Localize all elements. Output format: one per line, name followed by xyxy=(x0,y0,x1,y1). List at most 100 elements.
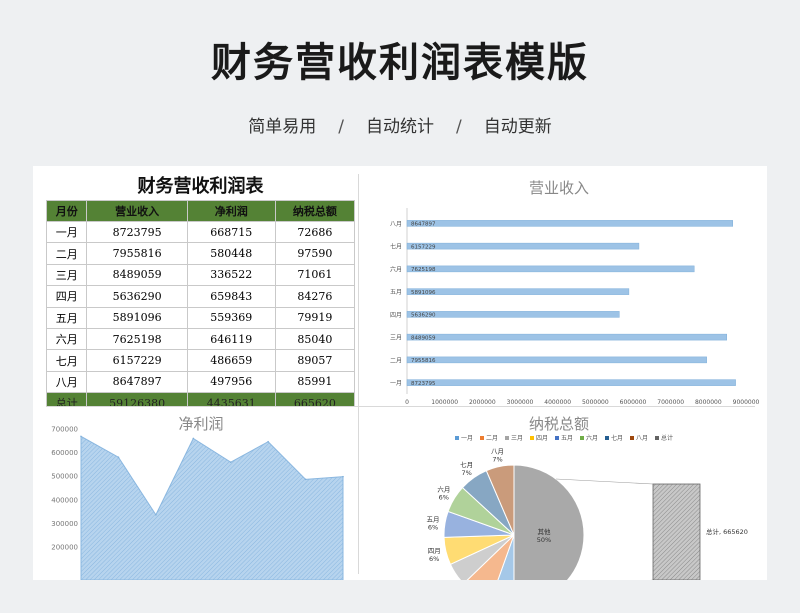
cell-revenue: 7955816 xyxy=(86,242,188,265)
col-net-profit: 净利润 xyxy=(186,200,276,222)
x-tick-label: 4000000 xyxy=(544,399,571,406)
pie-label-pct: 6% xyxy=(439,494,449,502)
tag-auto-update: 自动更新 xyxy=(483,117,552,137)
cell-net-profit: 668715 xyxy=(186,220,276,244)
revenue-bar xyxy=(406,379,736,386)
table-row: 三月 8489059 336522 71061 xyxy=(45,263,356,287)
net-profit-point xyxy=(267,440,269,443)
legend-swatch xyxy=(655,436,659,440)
pie-label-name: 五月 xyxy=(426,515,439,523)
legend-label: 八月 xyxy=(636,435,648,442)
cell-month: 五月 xyxy=(45,306,88,329)
cell-tax: 79919 xyxy=(274,306,356,329)
col-tax: 纳税总额 xyxy=(274,200,356,222)
cell-month: 八月 xyxy=(45,370,88,394)
cell-month: 四月 xyxy=(45,285,88,308)
y-tick-label: 200000 xyxy=(51,544,78,552)
bar-data-label: 8723795 xyxy=(411,381,436,387)
net-profit-point xyxy=(192,437,195,440)
cell-revenue: 6157229 xyxy=(86,349,188,372)
cell-tax: 85040 xyxy=(274,327,356,351)
pie-label-name: 八月 xyxy=(491,448,504,456)
x-tick-label: 0 xyxy=(405,399,409,406)
cell-tax: 71061 xyxy=(274,263,356,287)
net-profit-point xyxy=(342,475,344,478)
profit-table-section: 财务营收利润表 月份 营业收入 净利润 纳税总额 一月 8723795 668715… xyxy=(45,174,356,415)
tax-chart-title: 纳税总额 xyxy=(528,415,589,433)
table-row: 四月 5636290 659843 84276 xyxy=(45,285,356,308)
pie-label-pct: 7% xyxy=(492,456,502,464)
x-tick-label: 2000000 xyxy=(469,399,496,406)
cell-net-profit: 336522 xyxy=(186,263,276,287)
revenue-bar xyxy=(406,288,630,295)
y-tick-label: 六月 xyxy=(390,265,402,273)
y-tick-label: 三月 xyxy=(390,335,402,342)
tax-chart-panel: 纳税总额 一月 二月 三月 四月 五月 六月 七月 八月 总计 四月 6% 五月 6% 六月 6% 七月 7% 八… xyxy=(359,407,759,580)
cell-tax: 85991 xyxy=(274,370,356,394)
pie-label-pct: 7% xyxy=(461,469,471,477)
revenue-bar xyxy=(406,220,733,227)
legend-label: 一月 xyxy=(461,435,473,442)
table-row: 七月 6157229 486659 89057 xyxy=(45,349,356,372)
table-title: 财务营收利润表 xyxy=(137,176,264,197)
y-tick-label: 一月 xyxy=(390,380,402,387)
net-profit-point xyxy=(80,435,82,438)
legend-swatch xyxy=(480,436,484,440)
revenue-chart-panel: 营业收入 一月 8723795 二月 7955816 三月 8489059 四月 563629… xyxy=(359,174,760,406)
revenue-bar xyxy=(406,333,728,341)
legend-swatch xyxy=(555,436,559,440)
table-row: 八月 8647897 497956 85991 xyxy=(45,370,356,394)
x-tick-label: 3000000 xyxy=(507,399,534,406)
legend-swatch xyxy=(530,436,534,440)
col-month: 月份 xyxy=(45,200,88,222)
net-profit-point xyxy=(229,461,232,463)
revenue-chart-title: 营业收入 xyxy=(528,179,589,197)
y-tick-label: 四月 xyxy=(390,312,402,319)
cell-revenue: 8723795 xyxy=(86,220,188,244)
cell-month: 三月 xyxy=(45,263,88,287)
revenue-bar xyxy=(406,356,707,364)
tag-auto-stat: 自动统计 xyxy=(366,117,434,137)
net-profit-area xyxy=(80,435,344,580)
legend-label: 四月 xyxy=(536,435,548,442)
y-tick-label: 五月 xyxy=(390,289,402,296)
x-tick-label: 5000000 xyxy=(582,399,609,406)
total-bar xyxy=(652,483,701,580)
cell-month: 二月 xyxy=(45,242,88,265)
cell-net-profit: 497956 xyxy=(186,370,276,394)
col-revenue: 营业收入 xyxy=(86,200,188,222)
bar-data-label: 7955816 xyxy=(411,358,436,364)
y-tick-label: 600000 xyxy=(51,449,78,457)
cell-net-profit: 659843 xyxy=(186,285,276,308)
pie-label-name: 四月 xyxy=(428,547,441,555)
cell-net-profit: 486659 xyxy=(186,349,276,372)
x-tick-label: 1000000 xyxy=(431,399,458,406)
y-tick-label: 500000 xyxy=(51,473,78,481)
legend-label: 总计 xyxy=(661,434,673,442)
table-row: 二月 7955816 580448 97590 xyxy=(45,242,356,265)
cell-tax: 84276 xyxy=(274,285,356,308)
x-tick-label: 7000000 xyxy=(657,399,684,406)
y-tick-label: 七月 xyxy=(390,243,402,251)
legend-swatch xyxy=(630,436,634,440)
tag-easy: 简单易用 xyxy=(248,117,317,137)
table-row: 一月 8723795 668715 72686 xyxy=(45,220,356,244)
tag-separator: / xyxy=(338,117,344,137)
x-tick-label: 6000000 xyxy=(620,399,647,406)
cell-tax: 89057 xyxy=(274,349,356,372)
pie-label-pct: 50% xyxy=(537,536,551,544)
net-profit-point xyxy=(304,478,307,481)
legend-label: 三月 xyxy=(511,435,523,442)
tag-separator: / xyxy=(456,117,462,137)
pie-label-pct: 6% xyxy=(428,523,438,531)
y-tick-label: 300000 xyxy=(51,520,78,528)
net-profit-chart-panel: 净利润 700000 600000 500000 400000 300000 200000 xyxy=(46,407,356,580)
bar-data-label: 5636290 xyxy=(411,313,436,319)
y-tick-label: 八月 xyxy=(390,221,402,228)
net-profit-point xyxy=(117,456,120,459)
page-title: 财务营收利润表模版 xyxy=(211,40,589,86)
pie-label-name: 其他 xyxy=(538,527,552,536)
legend-swatch xyxy=(455,436,459,440)
cell-month: 六月 xyxy=(45,327,88,351)
cell-revenue: 8489059 xyxy=(86,263,188,287)
